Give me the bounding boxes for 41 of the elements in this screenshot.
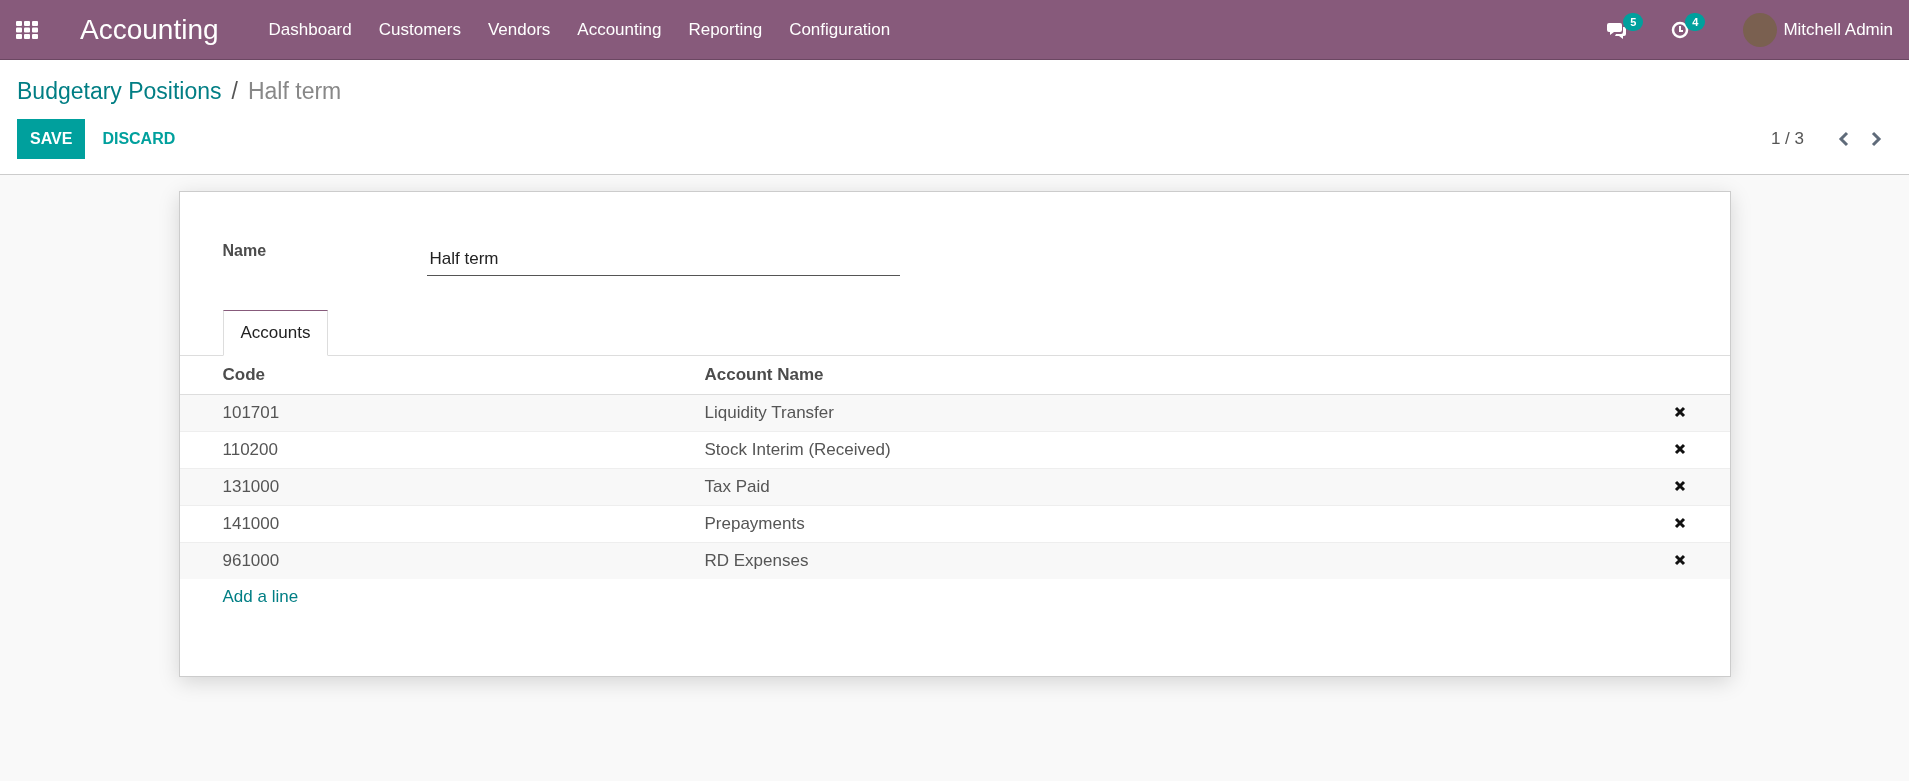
delete-icon[interactable] [1673, 406, 1686, 418]
table-cell: 110200 [179, 431, 705, 469]
table-cell: 141000 [179, 505, 705, 543]
breadcrumb-current: Half term [247, 78, 342, 105]
breadcrumb-separator: / [231, 78, 238, 105]
activity-count-badge: 4 [1685, 12, 1706, 31]
menu-item[interactable]: Configuration [789, 19, 891, 40]
table-cell: Stock Interim (Received) [704, 431, 1630, 469]
menu-item[interactable]: Customers [378, 19, 461, 40]
save-button[interactable]: SAVE [17, 119, 86, 159]
table-cell: 101701 [179, 394, 705, 432]
delete-icon[interactable] [1673, 517, 1686, 529]
delete-icon[interactable] [1673, 554, 1686, 566]
menu-item[interactable]: Accounting [577, 19, 662, 40]
column-header[interactable]: Account Name [704, 356, 1630, 395]
pager-value: 1 / 3 [1770, 129, 1804, 149]
table-cell: RD Expenses [704, 542, 1630, 579]
app-title: Accounting [80, 13, 219, 46]
message-count-badge: 5 [1623, 12, 1644, 31]
breadcrumb-link[interactable]: Budgetary Positions [17, 78, 222, 105]
field-label: Name [222, 242, 268, 261]
chevron-right-icon[interactable] [1870, 131, 1882, 147]
menu-item[interactable]: Vendors [487, 19, 551, 40]
user-name[interactable]: Mitchell Admin [1783, 19, 1893, 40]
chevron-left-icon[interactable] [1838, 131, 1850, 147]
table-cell: Liquidity Transfer [704, 394, 1630, 432]
menu-item[interactable]: Dashboard [268, 19, 352, 40]
delete-icon[interactable] [1673, 480, 1686, 492]
menu-item[interactable]: Reporting [688, 19, 763, 40]
table-cell: 961000 [179, 542, 705, 579]
chat-icon[interactable] [1607, 20, 1628, 39]
table-cell: 131000 [179, 468, 705, 506]
tab[interactable]: Accounts [222, 310, 329, 356]
add-line-link[interactable]: Add a line [179, 579, 1730, 615]
app-grid-icon[interactable] [16, 20, 38, 39]
table-cell: Tax Paid [704, 468, 1630, 506]
discard-button[interactable]: DISCARD [85, 119, 193, 159]
table-cell: Prepayments [704, 505, 1630, 543]
delete-icon[interactable] [1673, 443, 1686, 455]
column-header[interactable]: Code [179, 356, 705, 395]
clock-icon[interactable] [1671, 20, 1690, 39]
